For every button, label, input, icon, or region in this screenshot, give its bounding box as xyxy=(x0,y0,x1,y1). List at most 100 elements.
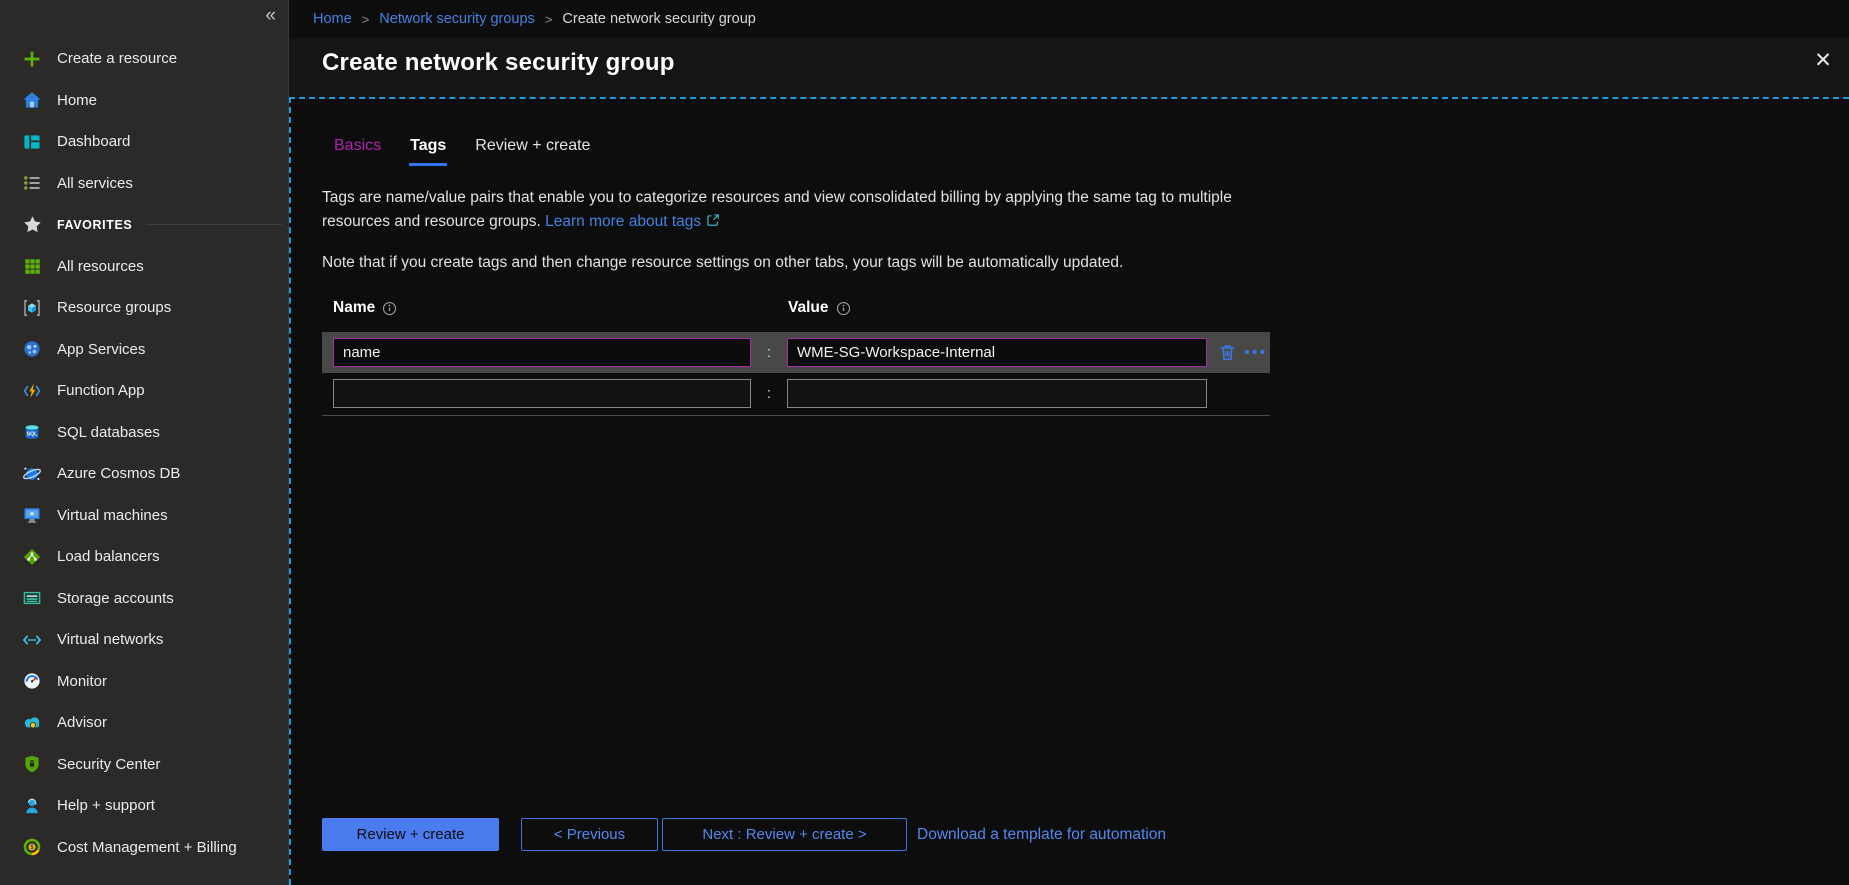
title-bar: Create network security group ✕ xyxy=(289,38,1849,97)
main-area: Home > Network security groups > Create … xyxy=(289,0,1849,885)
sidebar-item-label: Security Center xyxy=(57,756,160,773)
all-services-icon xyxy=(21,172,43,194)
tags-description: Tags are name/value pairs that enable yo… xyxy=(322,186,1274,235)
sidebar-item-label: All services xyxy=(57,175,133,192)
sidebar-item-label: Function App xyxy=(57,382,145,399)
home-icon xyxy=(21,89,43,111)
sidebar-item-security-center[interactable]: Security Center xyxy=(0,744,288,786)
sidebar-item-create-a-resource[interactable]: Create a resource xyxy=(0,38,288,80)
breadcrumb: Home > Network security groups > Create … xyxy=(289,0,1849,38)
close-icon[interactable]: ✕ xyxy=(1810,48,1836,74)
sidebar-item-virtual-machines[interactable]: Virtual machines xyxy=(0,495,288,537)
sidebar-item-label: Home xyxy=(57,92,97,109)
sidebar-item-label: Monitor xyxy=(57,673,107,690)
page-title: Create network security group xyxy=(322,49,675,76)
sidebar-item-resource-groups[interactable]: Resource groups xyxy=(0,287,288,329)
sidebar-item-label: Create a resource xyxy=(57,50,177,67)
sidebar: « Create a resource Home Dashboard All s… xyxy=(0,0,289,885)
tags-description-text: Tags are name/value pairs that enable yo… xyxy=(322,189,1232,230)
storage-accounts-icon xyxy=(21,587,43,609)
download-template-link[interactable]: Download a template for automation xyxy=(917,826,1166,844)
breadcrumb-separator-icon: > xyxy=(362,12,370,27)
app-services-icon xyxy=(21,338,43,360)
function-app-icon xyxy=(21,380,43,402)
tab-bar: Basics Tags Review + create xyxy=(322,137,1849,166)
sidebar-item-label: Dashboard xyxy=(57,133,130,150)
breadcrumb-link-home[interactable]: Home xyxy=(313,11,352,27)
tab-review-create[interactable]: Review + create xyxy=(474,137,591,166)
sidebar-item-label: App Services xyxy=(57,341,145,358)
tag-value-input[interactable] xyxy=(787,338,1207,367)
cosmos-db-icon xyxy=(21,463,43,485)
sidebar-item-home[interactable]: Home xyxy=(0,80,288,122)
monitor-icon xyxy=(21,670,43,692)
sidebar-item-label: Load balancers xyxy=(57,548,160,565)
tab-tags[interactable]: Tags xyxy=(409,137,447,166)
sidebar-item-dashboard[interactable]: Dashboard xyxy=(0,121,288,163)
sidebar-item-label: Storage accounts xyxy=(57,590,174,607)
svg-text:SQL: SQL xyxy=(27,432,38,438)
tag-row: : ••• xyxy=(322,332,1270,373)
sidebar-item-label: Cost Management + Billing xyxy=(57,839,237,856)
tags-table: Name Value : ••• xyxy=(322,299,1270,416)
sidebar-item-advisor[interactable]: Advisor xyxy=(0,702,288,744)
all-resources-icon xyxy=(21,255,43,277)
tag-separator: : xyxy=(751,385,787,402)
more-options-icon[interactable]: ••• xyxy=(1242,341,1270,365)
help-support-icon xyxy=(21,795,43,817)
delete-icon[interactable] xyxy=(1215,341,1239,365)
name-column-header: Name xyxy=(333,299,375,317)
sidebar-item-monitor[interactable]: Monitor xyxy=(0,661,288,703)
sql-databases-icon: SQL xyxy=(21,421,43,443)
tab-basics[interactable]: Basics xyxy=(333,137,382,166)
sidebar-item-label: Resource groups xyxy=(57,299,171,316)
sidebar-item-label: Azure Cosmos DB xyxy=(57,465,180,482)
sidebar-item-azure-cosmos-db[interactable]: Azure Cosmos DB xyxy=(0,453,288,495)
sidebar-section-favorites: FAVORITES xyxy=(0,204,288,246)
tag-row: : xyxy=(322,373,1270,414)
tags-note: Note that if you create tags and then ch… xyxy=(322,254,1849,272)
sidebar-item-label: All resources xyxy=(57,258,144,275)
virtual-networks-icon xyxy=(21,629,43,651)
sidebar-item-load-balancers[interactable]: Load balancers xyxy=(0,536,288,578)
breadcrumb-link-network-security-groups[interactable]: Network security groups xyxy=(379,11,535,27)
sidebar-item-all-resources[interactable]: All resources xyxy=(0,246,288,288)
sidebar-item-all-services[interactable]: All services xyxy=(0,163,288,205)
tag-separator: : xyxy=(751,344,787,361)
sidebar-item-storage-accounts[interactable]: Storage accounts xyxy=(0,578,288,620)
tag-name-input[interactable] xyxy=(333,338,751,367)
sidebar-item-label: Advisor xyxy=(57,714,107,731)
sidebar-item-function-app[interactable]: Function App xyxy=(0,370,288,412)
sidebar-item-sql-databases[interactable]: SQL SQL databases xyxy=(0,412,288,454)
breadcrumb-current: Create network security group xyxy=(562,11,755,27)
sidebar-item-label: SQL databases xyxy=(57,424,160,441)
dashboard-icon xyxy=(21,131,43,153)
resource-groups-icon xyxy=(21,297,43,319)
sidebar-item-label: Virtual networks xyxy=(57,631,163,648)
load-balancers-icon xyxy=(21,546,43,568)
info-icon[interactable] xyxy=(836,301,851,316)
learn-more-link[interactable]: Learn more about tags xyxy=(545,213,701,230)
sidebar-section-label: FAVORITES xyxy=(57,218,132,232)
next-button[interactable]: Next : Review + create > xyxy=(662,818,907,851)
tag-name-input[interactable] xyxy=(333,379,751,408)
advisor-icon xyxy=(21,712,43,734)
tags-table-headers: Name Value xyxy=(322,299,1270,317)
sidebar-nav: Create a resource Home Dashboard All ser… xyxy=(0,38,288,868)
tag-value-input[interactable] xyxy=(787,379,1207,408)
sidebar-collapse-icon[interactable]: « xyxy=(265,6,276,25)
sidebar-item-cost-management-billing[interactable]: $ Cost Management + Billing xyxy=(0,827,288,869)
sidebar-item-virtual-networks[interactable]: Virtual networks xyxy=(0,619,288,661)
previous-button[interactable]: < Previous xyxy=(521,818,658,851)
table-divider xyxy=(322,415,1270,416)
plus-icon xyxy=(21,48,43,70)
review-create-button[interactable]: Review + create xyxy=(322,818,499,851)
cost-management-icon: $ xyxy=(21,836,43,858)
sidebar-item-help-support[interactable]: Help + support xyxy=(0,785,288,827)
info-icon[interactable] xyxy=(382,301,397,316)
security-center-icon xyxy=(21,753,43,775)
external-link-icon xyxy=(706,211,720,235)
sidebar-item-app-services[interactable]: App Services xyxy=(0,329,288,371)
breadcrumb-separator-icon: > xyxy=(545,12,553,27)
tab-panel: Basics Tags Review + create Tags are nam… xyxy=(289,97,1849,885)
